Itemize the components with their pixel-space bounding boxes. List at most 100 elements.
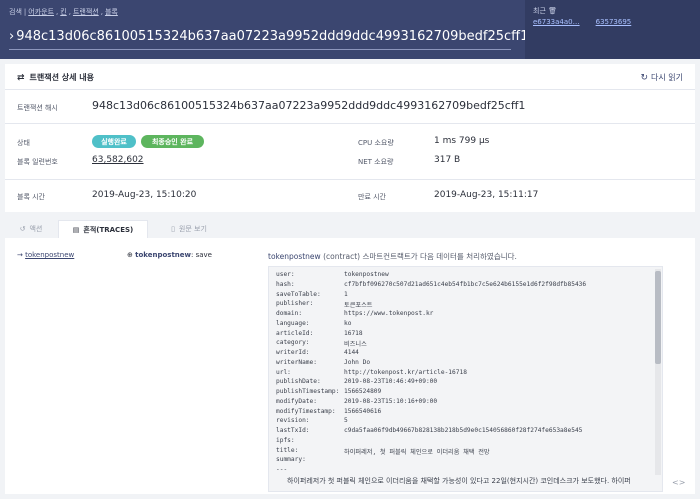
top-header: 검색 | 어카운트, 킨, 트랜잭션, 블록 › 948c13d06c8610051532…: [0, 0, 700, 59]
field-key: lastTxId:: [276, 427, 310, 434]
block-time-value: 2019-Aug-23, 15:10:20: [92, 190, 197, 200]
breadcrumb: 검색 | 어카운트, 킨, 트랜잭션, 블록: [9, 8, 118, 16]
reload-button[interactable]: ↻ 다시 읽기: [640, 72, 683, 83]
refresh-icon: ↻: [640, 72, 649, 83]
hash-row: 트랜잭션 해시 948c13d06c86100515324b637aa07223…: [5, 90, 695, 124]
tab-bar: ↺ 액션 ▤ 흔적(TRACES) ▯ 원문 보기: [5, 220, 695, 238]
field-key: publisher:: [276, 300, 314, 308]
field-value: 1566540616: [344, 407, 382, 415]
field-value: 1566524809: [344, 388, 382, 395]
trace-description: tokenpostnew (contract) 스마트컨트랙트가 다음 데이터를…: [268, 252, 517, 261]
field-value: ko: [344, 319, 352, 327]
field-key: publishDate:: [276, 378, 321, 386]
scrollbar[interactable]: [655, 269, 661, 475]
trace-call-account[interactable]: tokenpostnew: [135, 251, 191, 259]
field-value: 2019-08-23T10:46:49+09:00: [344, 378, 438, 386]
crumb-block[interactable]: 블록: [105, 8, 118, 16]
field-key: ipfs:: [276, 436, 295, 444]
recent-link-2[interactable]: 63573695: [596, 18, 632, 26]
field-key: domain:: [276, 310, 303, 317]
status-badge-final: 최종승인 완료: [141, 135, 204, 148]
field-value: 1: [344, 290, 348, 298]
field-key: articleId:: [276, 329, 314, 337]
card-title: ⇄ 트랜잭션 상세 내용: [17, 72, 94, 83]
block-label: 블록 일련번호: [17, 158, 58, 166]
net-value: 317 B: [434, 155, 461, 165]
recent-link-1[interactable]: e6733a4a0…: [533, 18, 580, 26]
tab-raw[interactable]: ▯ 원문 보기: [150, 220, 228, 238]
net-label: NET 소요량: [358, 158, 394, 166]
field-value: 토큰포스트: [344, 302, 373, 310]
code-icon: <>: [672, 478, 686, 487]
field-value: tokenpostnew: [344, 271, 389, 278]
recent-links: e6733a4a0… 63573695: [533, 18, 631, 26]
field-value: cf7bfbf096270c507d21ad651c4eb54fb1bc7c5e…: [344, 280, 587, 288]
cpu-value: 1 ms 799 μs: [434, 136, 490, 146]
field-value: 16718: [344, 329, 363, 337]
field-key: modifyTimestamp:: [276, 407, 336, 415]
transfer-icon: ⇄: [17, 72, 25, 83]
field-value: c9da5faa06f9db49667b828138b218b5d9e0c154…: [344, 427, 583, 434]
field-key: title:: [276, 446, 299, 454]
field-key: writerId:: [276, 349, 310, 356]
transaction-detail-card: ⇄ 트랜잭션 상세 내용 ↻ 다시 읽기 트랜잭션 해시 948c13d06c8…: [5, 64, 695, 212]
field-value: 2019-08-23T15:10:16+09:00: [344, 397, 438, 405]
field-key: category:: [276, 339, 310, 347]
trace-from: → tokenpostnew: [17, 251, 75, 259]
traces-panel: → tokenpostnew ⊕ tokenpostnew: save toke…: [5, 238, 695, 494]
hash-value: 948c13d06c86100515324b637aa07223a9952ddd…: [92, 99, 526, 112]
hash-label: 트랜잭션 해시: [17, 104, 58, 112]
field-key: revision:: [276, 417, 310, 425]
globe-icon: ⊕: [127, 251, 133, 259]
field-value: http://tokenpost.kr/article-16718: [344, 368, 467, 376]
chevron-right-icon: ›: [9, 29, 15, 44]
field-key: publishTimestamp:: [276, 388, 340, 395]
recent-title: 최근 🗑: [533, 7, 558, 15]
field-key: writerName:: [276, 358, 317, 366]
trace-call: ⊕ tokenpostnew: save: [127, 251, 212, 259]
trace-desc-account[interactable]: tokenpostnew: [268, 252, 321, 261]
field-key: language:: [276, 319, 310, 327]
tab-actions[interactable]: ↺ 액션: [5, 220, 57, 238]
field-key: saveToTable:: [276, 290, 321, 298]
tab-traces[interactable]: ▤ 흔적(TRACES): [58, 220, 148, 238]
recent-panel: 최근 🗑 e6733a4a0… 63573695: [525, 0, 700, 59]
field-value: 5: [344, 417, 348, 425]
crumb-transaction[interactable]: 트랜잭션: [73, 8, 99, 16]
field-value: 4144: [344, 349, 359, 356]
field-key: ---: [276, 466, 288, 473]
trace-from-account[interactable]: tokenpostnew: [25, 251, 74, 259]
scrollbar-thumb[interactable]: [655, 271, 661, 365]
time-row: 블록 시간 2019-Aug-23, 15:10:20 만료 시간 2019-A…: [5, 180, 695, 212]
field-key: url:: [276, 368, 291, 376]
field-key: summary:: [276, 456, 306, 464]
document-icon: ▯: [171, 225, 175, 233]
field-key: modifyDate:: [276, 397, 317, 405]
list-icon: ▤: [72, 225, 80, 234]
field-value: John Do: [344, 358, 371, 366]
history-icon: ↺: [19, 225, 26, 233]
field-key: hash:: [276, 280, 295, 288]
status-row: 상태 실행완료 최종승인 완료 CPU 소요량 1 ms 799 μs 블록 일…: [5, 124, 695, 180]
search-input-value: 948c13d06c86100515324b637aa07223a9952ddd…: [16, 29, 529, 44]
field-value: 비즈니스: [344, 341, 367, 349]
field-value: https://www.tokenpost.kr: [344, 310, 434, 317]
trace-call-action: : save: [191, 251, 212, 259]
block-time-label: 블록 시간: [17, 193, 45, 201]
crumb-search: 검색: [9, 8, 22, 16]
card-header: ⇄ 트랜잭션 상세 내용 ↻ 다시 읽기: [5, 64, 695, 90]
expire-value: 2019-Aug-23, 15:11:17: [434, 190, 539, 200]
expire-label: 만료 시간: [358, 193, 386, 201]
search-box: 검색 | 어카운트, 킨, 트랜잭션, 블록 › 948c13d06c8610051532…: [5, 4, 528, 55]
crumb-account[interactable]: 어카운트: [28, 8, 54, 16]
field-value: 하이퍼레저, 첫 퍼블릭 체인으로 이더리움 채택 전망: [344, 448, 490, 456]
field-key: user:: [276, 271, 295, 278]
trash-icon[interactable]: 🗑: [548, 7, 557, 15]
cpu-label: CPU 소요량: [358, 139, 394, 147]
block-number-link[interactable]: 63,582,602: [92, 155, 144, 165]
summary-text: 하이퍼레저가 첫 퍼블릭 체인으로 이더리움을 채택할 가능성이 있다고 22일…: [287, 477, 631, 485]
status-badge-executed: 실행완료: [92, 135, 136, 148]
search-input[interactable]: › 948c13d06c86100515324b637aa07223a9952d…: [9, 24, 528, 50]
crumb-key[interactable]: 킨: [60, 8, 66, 16]
trace-data-box[interactable]: user: tokenpostnew hash: cf7bfbf096270c507d…: [268, 266, 663, 492]
